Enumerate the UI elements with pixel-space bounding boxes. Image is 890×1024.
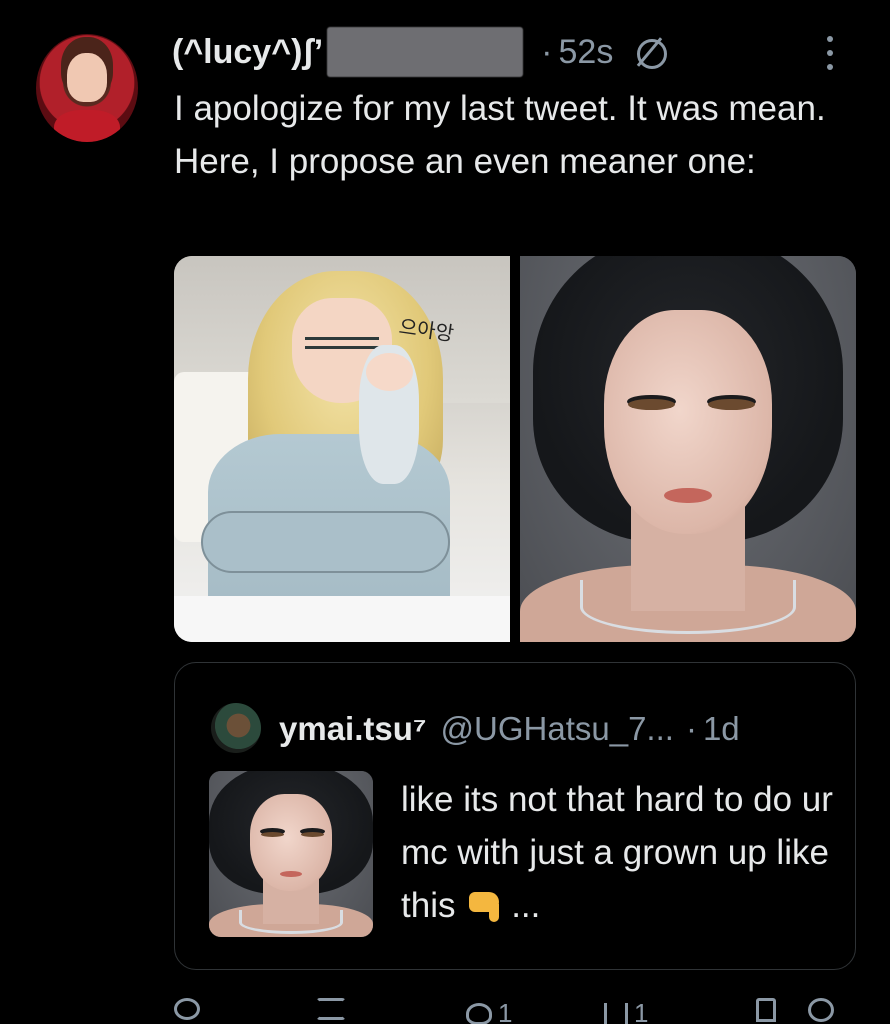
pointing-down-emoji-icon [469, 890, 507, 922]
quoted-author-handle[interactable]: @UGHatsu_7... [441, 710, 674, 748]
separator-dot: · [685, 710, 697, 747]
quoted-author-avatar[interactable] [211, 703, 261, 753]
views-button[interactable]: 1 [604, 998, 648, 1024]
quoted-tweet-header: ymai.tsu⁷ @UGHatsu_7... · 1d [279, 703, 740, 755]
heart-icon [466, 1002, 492, 1024]
reply-icon [174, 998, 200, 1020]
author-name[interactable]: (^lucy^)ʃ’ [172, 33, 323, 72]
tweet-text: I apologize for my last tweet. It was me… [174, 89, 826, 181]
redacted-handle [327, 27, 524, 77]
quoted-author-name[interactable]: ymai.tsu⁷ [279, 710, 427, 748]
tweet-media[interactable]: 으아앙 [174, 256, 856, 642]
quoted-text-main: like its not that hard to do ur mc with … [401, 780, 833, 925]
tweet-time[interactable]: 52s [559, 33, 614, 72]
views-icon [604, 1002, 628, 1024]
quoted-tweet[interactable]: ymai.tsu⁷ @UGHatsu_7... · 1d like its no… [174, 662, 856, 970]
media-image-right[interactable] [520, 256, 856, 642]
view-count: 1 [634, 998, 649, 1024]
bookmark-icon [756, 998, 776, 1022]
quoted-text-ellipsis: ... [511, 886, 541, 925]
like-count: 1 [498, 998, 513, 1024]
bookmark-button[interactable] [756, 998, 776, 1022]
retweet-button[interactable] [316, 998, 346, 1020]
action-bar: 1 1 [0, 998, 890, 1024]
share-button[interactable] [808, 998, 834, 1022]
quoted-tweet-time: 1d [702, 710, 740, 747]
like-button[interactable]: 1 [466, 998, 512, 1024]
quoted-media-thumbnail[interactable] [209, 771, 373, 937]
separator-dot: · [541, 32, 553, 71]
quoted-tweet-text: like its not that hard to do ur mc with … [401, 773, 841, 932]
author-avatar[interactable] [36, 34, 138, 142]
retweet-icon [316, 998, 346, 1020]
circle-slash-icon [631, 32, 671, 72]
reply-button[interactable] [174, 998, 200, 1020]
more-options-icon[interactable] [820, 36, 840, 70]
share-icon [808, 998, 834, 1022]
media-image-left[interactable]: 으아앙 [174, 256, 510, 642]
tweet-header: (^lucy^)ʃ’ · 52s [172, 24, 671, 80]
